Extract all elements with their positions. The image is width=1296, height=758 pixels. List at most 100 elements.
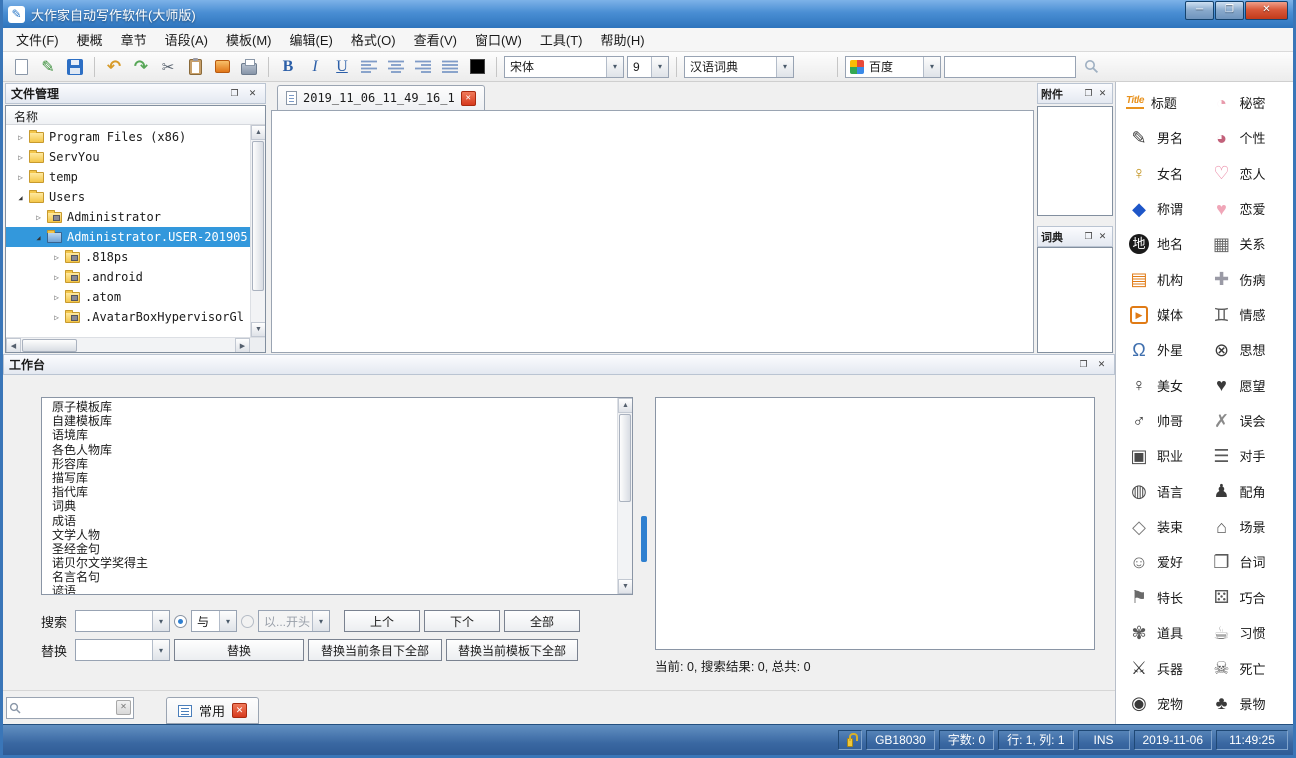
tree-expander-icon[interactable] (50, 273, 63, 282)
tree-item[interactable]: .android (6, 267, 250, 287)
startswith-select[interactable]: 以...开头 ▾ (258, 610, 330, 632)
tab-close-icon[interactable]: ✕ (461, 91, 476, 106)
scrollbar-thumb[interactable] (252, 141, 264, 291)
sidebar-item[interactable]: ❐ 台词 (1209, 545, 1292, 578)
sidebar-item[interactable]: ⚑ 特长 (1126, 581, 1209, 614)
replace-button[interactable]: 替换 (174, 639, 304, 661)
float-panel-icon[interactable]: ❐ (1082, 230, 1095, 244)
library-list-item[interactable]: 成语 (42, 514, 617, 528)
align-justify-button[interactable] (438, 55, 462, 79)
library-list-item[interactable]: 文学人物 (42, 528, 617, 542)
sidebar-item[interactable]: ◔ 秘密 (1209, 86, 1292, 119)
tab-common[interactable]: 常用 ✕ (166, 697, 259, 724)
library-list-item[interactable]: 圣经金句 (42, 542, 617, 556)
sidebar-item[interactable]: ◍ 语言 (1126, 475, 1209, 508)
underline-button[interactable]: U (330, 55, 354, 79)
next-button[interactable]: 下个 (424, 610, 500, 632)
save-button[interactable] (63, 55, 87, 79)
tab-close-icon[interactable]: ✕ (232, 703, 247, 718)
tree-vertical-scrollbar[interactable]: ▲ ▼ (250, 125, 265, 337)
menu-item[interactable]: 查看(V) (405, 27, 466, 52)
tree-item[interactable]: temp (6, 167, 250, 187)
dictionary-select[interactable]: 汉语词典 ▾ (684, 56, 794, 78)
menu-item[interactable]: 语段(A) (156, 27, 217, 52)
bold-button[interactable]: B (276, 55, 300, 79)
sidebar-item[interactable]: ✎ 男名 (1126, 121, 1209, 154)
sidebar-item[interactable]: ♡ 恋人 (1209, 157, 1292, 190)
tree-item[interactable]: ServYou (6, 147, 250, 167)
sidebar-item[interactable]: ▣ 职业 (1126, 439, 1209, 472)
dictionary-list[interactable] (1037, 247, 1113, 353)
undo-button[interactable]: ↶ (102, 55, 126, 79)
font-color-button[interactable] (465, 55, 489, 79)
menu-item[interactable]: 编辑(E) (280, 27, 341, 52)
close-button[interactable]: ✕ (1245, 1, 1288, 20)
font-size-select[interactable]: 9 ▾ (627, 56, 669, 78)
library-list-item[interactable]: 指代库 (42, 485, 617, 499)
sidebar-item[interactable]: ✚ 伤病 (1209, 263, 1292, 296)
menu-item[interactable]: 格式(O) (342, 27, 405, 52)
menu-item[interactable]: 帮助(H) (592, 27, 654, 52)
float-panel-icon[interactable]: ❐ (1076, 358, 1091, 372)
splitter-handle[interactable] (641, 516, 647, 562)
menu-item[interactable]: 模板(M) (217, 27, 281, 52)
float-panel-icon[interactable]: ❐ (1082, 87, 1095, 101)
close-panel-icon[interactable]: ✕ (245, 87, 260, 101)
tree-expander-icon[interactable] (50, 253, 63, 262)
tree-expander-icon[interactable] (32, 233, 45, 242)
tree-column-header[interactable]: 名称 (6, 106, 265, 125)
sidebar-item[interactable]: ✾ 道具 (1126, 616, 1209, 649)
scroll-up-icon[interactable]: ▲ (251, 125, 266, 140)
scrollbar-track[interactable] (21, 338, 235, 353)
sidebar-item[interactable]: ♟ 配角 (1209, 475, 1292, 508)
library-list-item[interactable]: 原子模板库 (42, 400, 617, 414)
scroll-up-icon[interactable]: ▲ (618, 398, 633, 413)
and-or-select[interactable]: 与 ▾ (191, 610, 237, 632)
scroll-down-icon[interactable]: ▼ (618, 579, 633, 594)
sidebar-item[interactable]: ♀ 美女 (1126, 369, 1209, 402)
tree-expander-icon[interactable] (14, 153, 27, 162)
search-results-box[interactable] (655, 397, 1095, 650)
sidebar-item[interactable]: ☰ 对手 (1209, 439, 1292, 472)
titlebar[interactable]: ✎ 大作家自动写作软件(大师版) ─ ❐ ✕ (3, 0, 1293, 28)
attachments-list[interactable] (1037, 106, 1113, 216)
tree-item[interactable]: .atom (6, 287, 250, 307)
edit-button[interactable]: ✎ (36, 55, 60, 79)
library-list-item[interactable]: 各色人物库 (42, 443, 617, 457)
clear-filter-icon[interactable]: ✕ (116, 700, 131, 715)
align-center-button[interactable] (384, 55, 408, 79)
find-all-button[interactable]: 全部 (504, 610, 580, 632)
tree-expander-icon[interactable] (50, 293, 63, 302)
sidebar-item[interactable]: ✗ 误会 (1209, 404, 1292, 437)
tree-expander-icon[interactable] (32, 213, 45, 222)
sidebar-item[interactable]: ⊗ 思想 (1209, 333, 1292, 366)
sidebar-item[interactable]: ⌂ 场景 (1209, 510, 1292, 543)
search-engine-select[interactable]: 百度 ▾ (845, 56, 941, 78)
italic-button[interactable]: I (303, 55, 327, 79)
scrollbar-track[interactable] (251, 292, 265, 322)
tree-item[interactable]: .AvatarBoxHypervisorGl (6, 307, 250, 327)
tree-expander-icon[interactable] (14, 173, 27, 182)
library-list-item[interactable]: 名言名句 (42, 570, 617, 584)
search-term-combobox[interactable]: ▾ (75, 610, 170, 632)
sidebar-item[interactable]: ♊ 情感 (1209, 298, 1292, 331)
export-button[interactable] (210, 55, 234, 79)
tree-item[interactable]: Administrator.USER-201905 (6, 227, 250, 247)
sidebar-item[interactable]: ☕ 习惯 (1209, 616, 1292, 649)
tree-expander-icon[interactable] (14, 193, 27, 202)
tree-horizontal-scrollbar[interactable]: ◀ ▶ (6, 337, 265, 352)
close-panel-icon[interactable]: ✕ (1096, 230, 1109, 244)
library-list[interactable]: 原子模板库 自建模板库 语境库 各色人物库 形容库 (42, 398, 617, 594)
sidebar-item[interactable]: ♣ 景物 (1209, 687, 1292, 720)
sidebar-item[interactable]: ⚄ 巧合 (1209, 581, 1292, 614)
tree-item[interactable]: Administrator (6, 207, 250, 227)
menu-item[interactable]: 梗概 (68, 27, 112, 52)
sidebar-item[interactable]: ◕ 个性 (1209, 121, 1292, 154)
match-mode-radio[interactable] (174, 615, 187, 628)
library-list-item[interactable]: 谚语 (42, 584, 617, 594)
sidebar-item[interactable]: ◆ 称谓 (1126, 192, 1209, 225)
sidebar-item[interactable]: ◇ 装束 (1126, 510, 1209, 543)
replace-term-combobox[interactable]: ▾ (75, 639, 170, 661)
close-panel-icon[interactable]: ✕ (1094, 358, 1109, 372)
sidebar-item[interactable]: Title 标题 (1126, 86, 1209, 119)
